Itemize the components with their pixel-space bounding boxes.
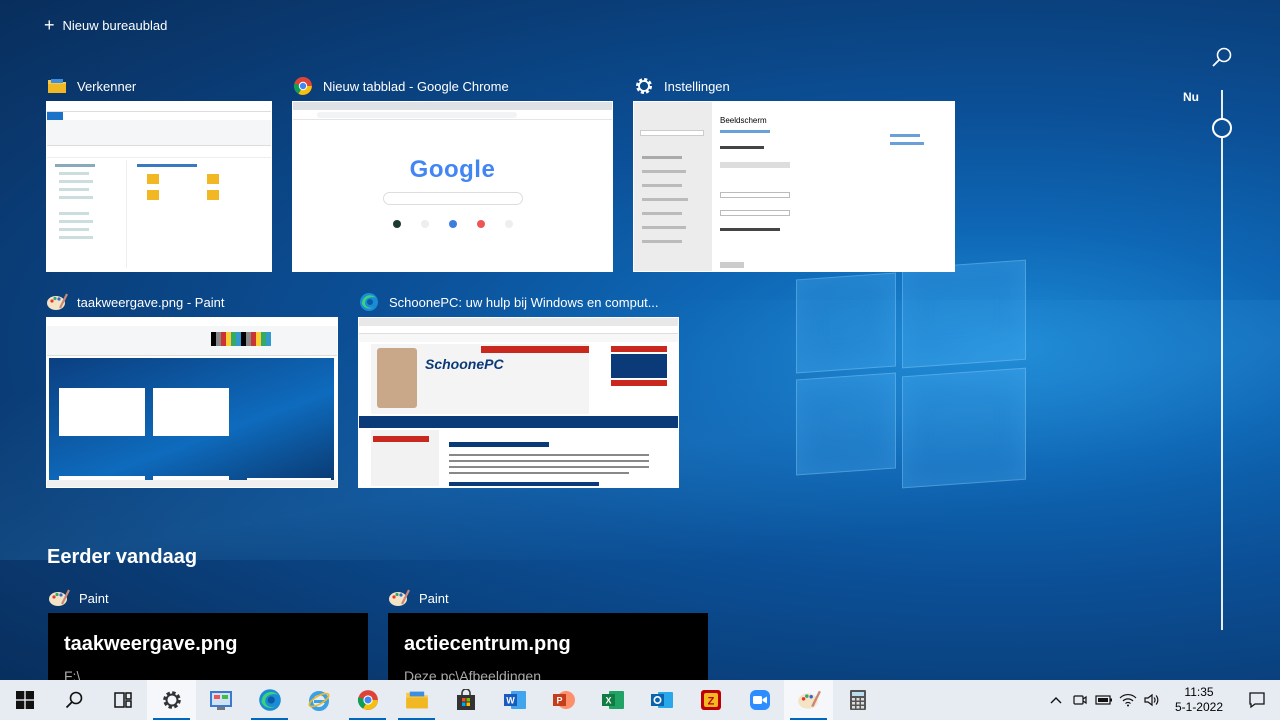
window-thumbnail[interactable]: Google — [292, 101, 613, 272]
calculator-icon — [849, 690, 866, 710]
new-desktop-button[interactable]: + Nieuw bureaublad — [44, 14, 167, 36]
taskbar-zoom[interactable] — [735, 680, 784, 720]
wifi-icon[interactable] — [1116, 680, 1140, 720]
settings-heading: Beeldscherm — [720, 116, 767, 125]
activity-app-name: Paint — [419, 590, 449, 606]
schoonepc-logo: SchoonePC — [425, 356, 504, 372]
chrome-icon — [357, 690, 378, 710]
window-thumbnail[interactable] — [46, 101, 272, 272]
start-icon — [15, 691, 34, 709]
task-view-button[interactable] — [98, 680, 147, 720]
window-settings[interactable]: Instellingen Beeldscherm — [633, 71, 955, 272]
window-title: SchoonePC: uw hulp bij Windows en comput… — [389, 294, 659, 310]
clock[interactable]: 11:35 5-1-2022 — [1164, 685, 1234, 715]
svg-text:P: P — [556, 696, 562, 706]
paint-icon — [46, 291, 68, 313]
word-icon: W — [503, 691, 526, 709]
activity-card[interactable]: Paint taakweergave.png F:\ — [48, 583, 368, 683]
window-edge[interactable]: SchoonePC: uw hulp bij Windows en comput… — [358, 287, 679, 488]
gear-icon — [633, 75, 655, 97]
activity-card-body[interactable]: actiecentrum.png Deze pc\Afbeeldingen — [388, 613, 708, 683]
timeline-search-icon[interactable] — [1210, 46, 1234, 70]
task-view-icon — [113, 692, 132, 708]
control-panel-icon — [209, 691, 232, 710]
settings-icon — [162, 691, 181, 709]
svg-text:X: X — [605, 696, 611, 706]
taskbar-powerpoint[interactable]: P — [539, 680, 588, 720]
store-icon — [456, 689, 475, 710]
clock-date: 5-1-2022 — [1174, 700, 1224, 714]
system-tray: 11:35 5-1-2022 — [1044, 680, 1280, 720]
activity-card-body[interactable]: taakweergave.png F:\ — [48, 613, 368, 683]
window-title: Instellingen — [664, 78, 730, 94]
window-title: Nieuw tabblad - Google Chrome — [323, 78, 509, 94]
taskbar-excel[interactable]: X — [588, 680, 637, 720]
window-title: Verkenner — [77, 78, 137, 94]
activity-title: actiecentrum.png — [404, 633, 571, 655]
activity-card[interactable]: Paint actiecentrum.png Deze pc\Afbeeldin… — [388, 583, 708, 683]
activity-title: taakweergave.png — [64, 633, 238, 655]
taskbar-internet-explorer[interactable] — [294, 680, 343, 720]
paint-icon — [797, 690, 821, 709]
windows-logo-wallpaper — [792, 252, 1032, 497]
filezilla-icon: Z — [700, 690, 721, 710]
taskbar-chrome[interactable] — [343, 680, 392, 720]
powerpoint-icon: P — [552, 691, 575, 709]
action-center-button[interactable] — [1234, 680, 1280, 720]
outlook-icon — [650, 692, 673, 708]
folder-icon — [46, 75, 68, 97]
window-file-explorer[interactable]: Verkenner — [46, 71, 272, 272]
svg-text:W: W — [506, 696, 515, 706]
svg-text:Z: Z — [707, 696, 714, 708]
activity-app-name: Paint — [79, 590, 109, 606]
taskbar-edge[interactable] — [245, 680, 294, 720]
google-logo: Google — [409, 156, 496, 183]
taskbar-store[interactable] — [441, 680, 490, 720]
battery-icon[interactable] — [1092, 680, 1116, 720]
file-explorer-icon — [405, 691, 428, 709]
window-thumbnail[interactable]: Beeldscherm — [633, 101, 955, 272]
taskbar-settings[interactable] — [147, 680, 196, 720]
window-thumbnail[interactable]: SchoonePC — [358, 317, 679, 488]
taskbar-word[interactable]: W — [490, 680, 539, 720]
notification-icon — [1249, 692, 1265, 709]
taskbar-paint[interactable] — [784, 680, 833, 720]
excel-icon: X — [601, 691, 624, 709]
taskbar-outlook[interactable] — [637, 680, 686, 720]
section-heading: Eerder vandaag — [47, 546, 198, 568]
taskbar-control-panel[interactable] — [196, 680, 245, 720]
timeline-track[interactable] — [1221, 90, 1223, 630]
taskbar-file-explorer[interactable] — [392, 680, 441, 720]
edge-icon — [358, 291, 380, 313]
taskbar-calculator[interactable] — [833, 680, 882, 720]
taskbar-filezilla[interactable]: Z — [686, 680, 735, 720]
clock-time: 11:35 — [1184, 685, 1214, 699]
window-title: taakweergave.png - Paint — [77, 294, 225, 310]
taskbar: W P X Z 11:35 5-1-2022 — [0, 680, 1280, 720]
window-chrome[interactable]: Nieuw tabblad - Google Chrome Google — [292, 71, 613, 272]
internet-explorer-icon — [307, 691, 330, 711]
timeline-scrubber-handle[interactable] — [1212, 118, 1232, 138]
new-desktop-label: Nieuw bureaublad — [62, 17, 168, 33]
show-hidden-icons-chevron-up-icon[interactable] — [1044, 680, 1068, 720]
paint-icon — [48, 587, 70, 609]
timeline-now-label: Nu — [1183, 90, 1199, 104]
zoom-icon — [749, 690, 770, 710]
window-paint[interactable]: taakweergave.png - Paint — [46, 287, 338, 488]
meet-now-icon[interactable] — [1068, 680, 1092, 720]
start-button[interactable] — [0, 680, 49, 720]
chrome-icon — [292, 75, 314, 97]
edge-icon — [258, 689, 281, 711]
search-button[interactable] — [49, 680, 98, 720]
window-thumbnail[interactable] — [46, 317, 338, 488]
volume-icon[interactable] — [1140, 680, 1164, 720]
plus-icon: + — [44, 15, 55, 35]
search-icon — [65, 691, 82, 709]
paint-icon — [388, 587, 410, 609]
